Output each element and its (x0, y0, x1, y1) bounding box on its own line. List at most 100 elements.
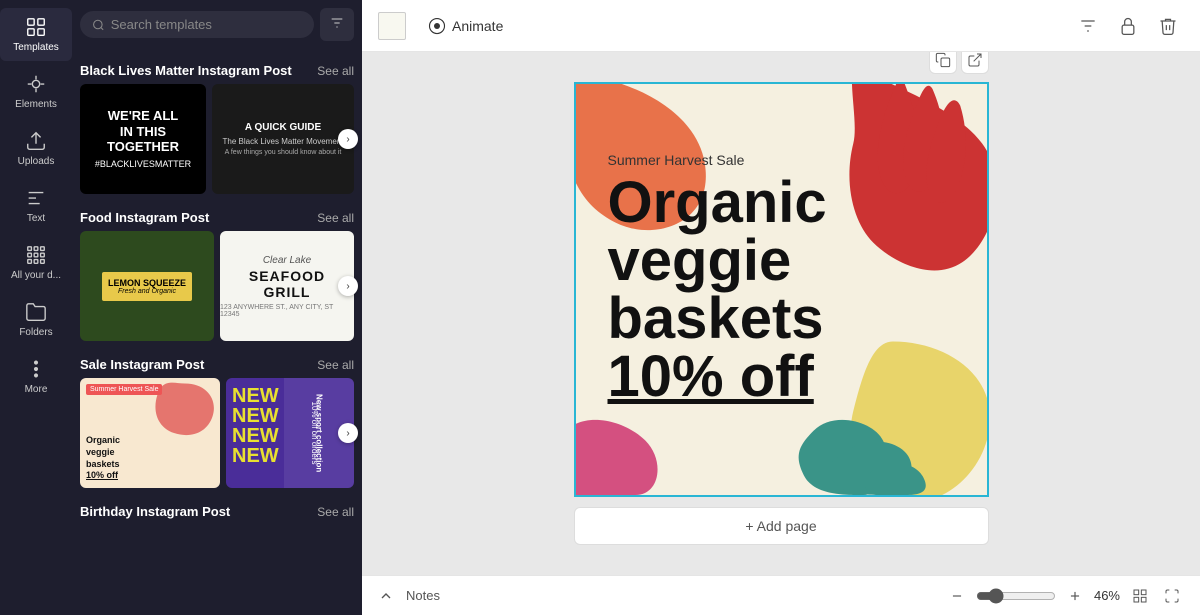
section-food: Food Instagram Post See all (80, 200, 354, 231)
section-birthday: Birthday Instagram Post See all (80, 494, 354, 525)
sidebar-item-all[interactable]: All your d... (0, 236, 72, 289)
sidebar-label-more: More (25, 384, 48, 395)
top-bar: Animate (362, 0, 1200, 52)
grid-view-button[interactable] (1128, 584, 1152, 608)
sidebar-label-uploads: Uploads (18, 156, 55, 167)
search-input-wrap[interactable] (80, 11, 314, 38)
food-template-2[interactable]: Clear Lake SEAFOODGRILL 123 ANYWHERE ST.… (220, 231, 354, 341)
export-canvas-button[interactable] (961, 52, 989, 74)
canvas-line2: veggie (608, 232, 827, 290)
sidebar-item-folders[interactable]: Folders (0, 293, 72, 346)
animate-icon (428, 17, 446, 35)
sale-template-2[interactable]: NEW NEW NEW NEW New sport collection 10%… (226, 378, 354, 488)
canvas-text-block[interactable]: Summer Harvest Sale Organic veggie baske… (608, 152, 827, 406)
grid-icon (25, 16, 47, 38)
templates-panel: Black Lives Matter Instagram Post See al… (72, 0, 362, 615)
sidebar-item-elements[interactable]: Elements (0, 65, 72, 118)
canvas-line1: Organic (608, 174, 827, 232)
grid-view-icon (1132, 588, 1148, 604)
section-blm-title: Black Lives Matter Instagram Post (80, 63, 292, 78)
food-lake: Clear Lake (263, 255, 311, 266)
food-seafood: SEAFOODGRILL (249, 268, 325, 300)
sidebar-label-text: Text (27, 213, 45, 224)
blm-guide-text: A QUICK GUIDE (223, 122, 344, 133)
section-food-see-all[interactable]: See all (317, 211, 354, 225)
lock-button[interactable] (1112, 10, 1144, 42)
canvas-sale-label: Summer Harvest Sale (608, 152, 827, 168)
search-icon (92, 18, 105, 32)
sidebar-label-all: All your d... (11, 270, 61, 281)
food-template-1[interactable]: LEMON SQUEEZE Fresh and Organic (80, 231, 214, 341)
canvas-container: Summer Harvest Sale Organic veggie baske… (574, 82, 989, 545)
sale-badge: Summer Harvest Sale (86, 384, 162, 395)
blm-next-arrow[interactable]: › (338, 129, 358, 149)
canvas-line4: 10% off (608, 348, 827, 406)
canvas-frame[interactable]: Summer Harvest Sale Organic veggie baske… (574, 82, 989, 497)
sidebar-item-text[interactable]: Text (0, 179, 72, 232)
page-thumbnail (378, 12, 406, 40)
add-page-button[interactable]: + Add page (574, 507, 989, 545)
sidebar-item-templates[interactable]: Templates (0, 8, 72, 61)
food-next-arrow[interactable]: › (338, 276, 358, 296)
sale-2-off: 10% off on orders (310, 401, 319, 464)
filter-button[interactable] (320, 8, 354, 41)
trash-icon (1158, 16, 1178, 36)
sidebar-label-folders: Folders (19, 327, 52, 338)
blm-template-2[interactable]: A QUICK GUIDE The Black Lives Matter Mov… (212, 84, 354, 194)
fullscreen-button[interactable] (1160, 584, 1184, 608)
zoom-out-button[interactable] (946, 585, 968, 607)
section-birthday-see-all[interactable]: See all (317, 505, 354, 519)
food-thumb-1: LEMON SQUEEZE Fresh and Organic (102, 272, 192, 301)
trash-button[interactable] (1152, 10, 1184, 42)
sale-thumb-text: Organic veggie baskets 10% off (86, 435, 120, 482)
animate-label: Animate (452, 18, 503, 34)
canvas-line3: baskets (608, 290, 827, 348)
sidebar-label-templates: Templates (13, 42, 59, 53)
templates-scroll: Black Lives Matter Instagram Post See al… (72, 49, 362, 615)
sale-next-arrow[interactable]: › (338, 423, 358, 443)
blm-text-1: WE'RE ALL IN THIS TOGETHER #BLACKLIVESMA… (95, 108, 191, 170)
text-icon (25, 187, 47, 209)
section-sale-see-all[interactable]: See all (317, 358, 354, 372)
zoom-slider[interactable] (976, 588, 1056, 604)
canvas-actions (929, 52, 989, 74)
sale-2-text: NEW NEW NEW NEW (232, 386, 279, 466)
sale-template-1[interactable]: Summer Harvest Sale Organic veggie baske… (80, 378, 220, 488)
main-area: Animate (362, 0, 1200, 615)
fullscreen-icon (1164, 588, 1180, 604)
lock-icon (1118, 16, 1138, 36)
copy-canvas-button[interactable] (929, 52, 957, 74)
bottom-right: 46% (946, 584, 1184, 608)
blm-template-row: WE'RE ALL IN THIS TOGETHER #BLACKLIVESMA… (80, 84, 354, 194)
section-blm-see-all[interactable]: See all (317, 64, 354, 78)
search-input[interactable] (111, 17, 302, 32)
minus-icon (950, 589, 964, 603)
canvas-area: Summer Harvest Sale Organic veggie baske… (362, 52, 1200, 575)
export-icon (967, 52, 983, 68)
copy-icon (935, 52, 951, 68)
top-bar-right (1072, 10, 1184, 42)
section-sale-title: Sale Instagram Post (80, 357, 204, 372)
sale-template-row: Summer Harvest Sale Organic veggie baske… (80, 378, 354, 488)
blm-guide-body: A few things you should know about it (223, 149, 344, 156)
chevron-up-icon (378, 588, 394, 604)
blm-template-1[interactable]: WE'RE ALL IN THIS TOGETHER #BLACKLIVESMA… (80, 84, 206, 194)
bottom-bar: Notes 46% (362, 575, 1200, 615)
section-birthday-title: Birthday Instagram Post (80, 504, 230, 519)
sidebar-item-more[interactable]: More (0, 350, 72, 403)
apps-icon (25, 244, 47, 266)
blm-guide-sub: The Black Lives Matter Movement (223, 137, 344, 146)
sidebar-label-elements: Elements (15, 99, 57, 110)
animate-button[interactable]: Animate (418, 11, 513, 41)
icon-sidebar: Templates Elements Uploads Text All your… (0, 0, 72, 615)
elements-icon (25, 73, 47, 95)
dots-icon (25, 358, 47, 380)
canvas-main-text: Organic veggie baskets 10% off (608, 174, 827, 406)
sidebar-item-uploads[interactable]: Uploads (0, 122, 72, 175)
filter-icon (329, 15, 345, 31)
zoom-in-button[interactable] (1064, 585, 1086, 607)
search-bar (72, 0, 362, 49)
filter-top-button[interactable] (1072, 10, 1104, 42)
plus-icon (1068, 589, 1082, 603)
folder-icon (25, 301, 47, 323)
